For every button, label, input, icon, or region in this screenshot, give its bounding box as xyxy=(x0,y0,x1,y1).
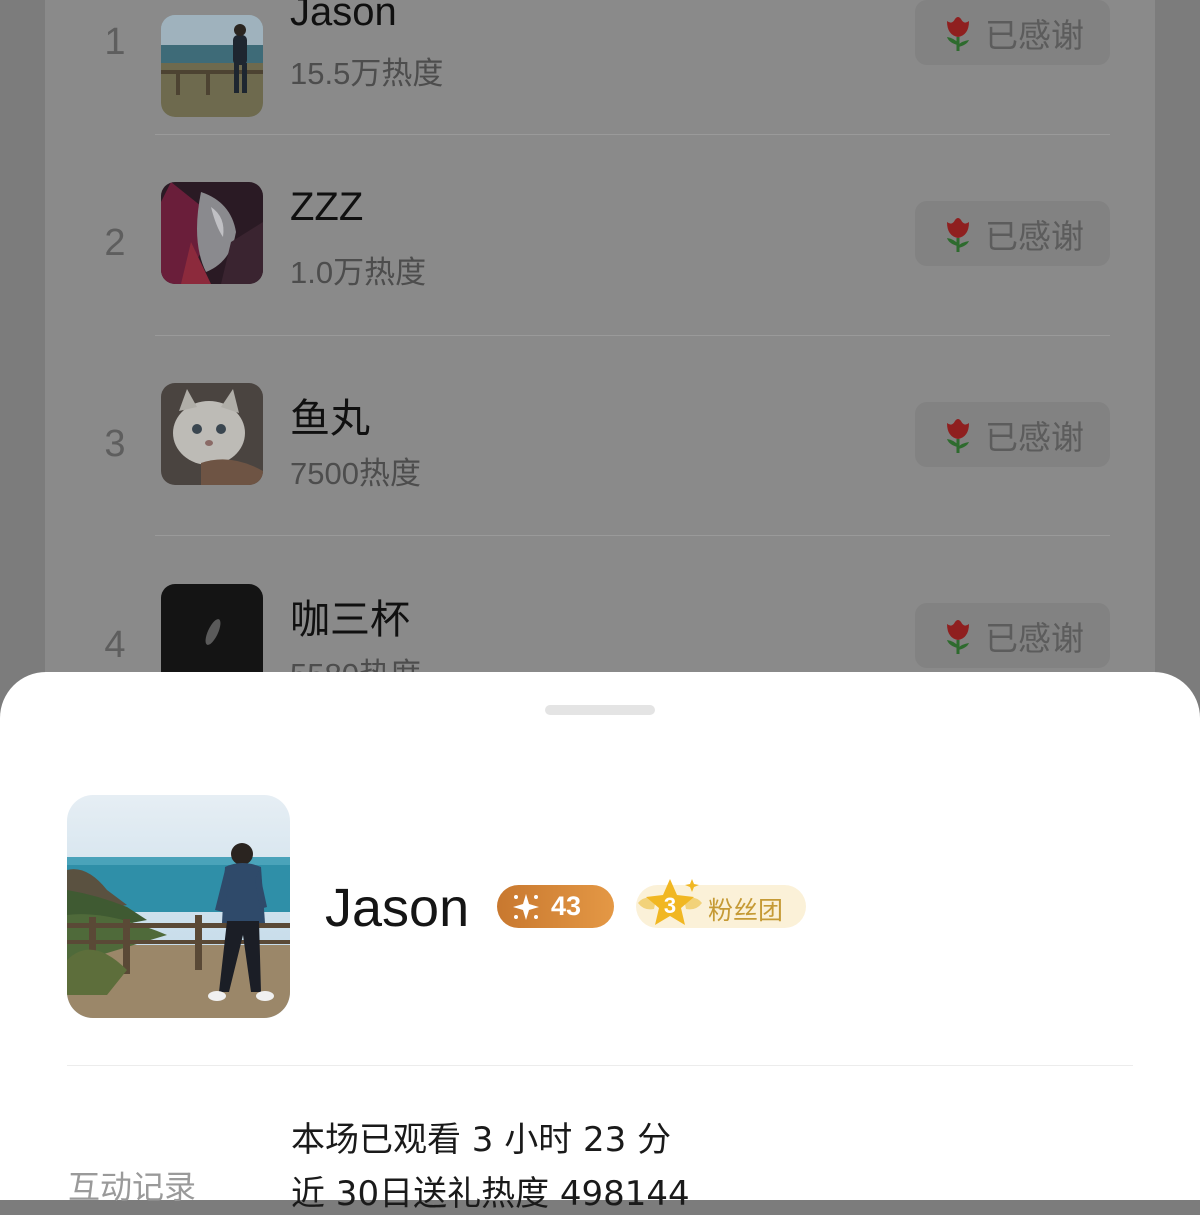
profile-avatar[interactable] xyxy=(67,795,290,1018)
thanks-button[interactable]: 已感谢 xyxy=(915,0,1110,65)
user-name: Jason xyxy=(290,0,397,34)
rank-list: 1 Jason 15.5万热度 已感谢 2 ZZZ 1.0万热度 已感谢 3 鱼… xyxy=(45,0,1155,700)
rank-number: 1 xyxy=(104,21,126,63)
rank-number: 4 xyxy=(104,624,126,666)
avatar-image xyxy=(161,15,263,117)
rank-row[interactable]: 1 Jason 15.5万热度 已感谢 xyxy=(45,0,1155,132)
thanks-label: 已感谢 xyxy=(985,15,1084,55)
user-name: 咖三杯 xyxy=(290,598,410,642)
profile-name: Jason xyxy=(325,878,470,938)
user-name: ZZZ xyxy=(290,185,364,229)
rank-number: 2 xyxy=(104,222,126,264)
rose-icon xyxy=(947,619,969,654)
thanks-label: 已感谢 xyxy=(985,618,1084,658)
avatar-image xyxy=(161,584,263,686)
interaction-record-label: 互动记录 xyxy=(68,1168,197,1206)
level-value: 43 xyxy=(551,891,582,921)
fan-club-level: 3 xyxy=(663,893,677,918)
heat-value: 15.5万热度 xyxy=(290,56,444,91)
sparkle-icon xyxy=(513,893,539,920)
thanks-label: 已感谢 xyxy=(985,417,1084,457)
user-avatar[interactable] xyxy=(161,182,263,284)
fan-club-label: 粉丝团 xyxy=(708,896,784,925)
gift-heat: 近 30日送礼热度 498144 xyxy=(291,1174,690,1214)
level-badge[interactable]: 43 xyxy=(497,885,614,928)
thanks-label: 已感谢 xyxy=(985,216,1084,256)
user-name: 鱼丸 xyxy=(290,397,370,441)
thanks-button[interactable]: 已感谢 xyxy=(915,402,1110,467)
heat-value: 1.0万热度 xyxy=(290,255,427,290)
drag-handle[interactable] xyxy=(545,705,655,715)
rose-icon xyxy=(947,16,969,51)
rose-icon xyxy=(947,418,969,453)
avatar-image xyxy=(161,383,263,485)
watch-time: 本场已观看 3 小时 23 分 xyxy=(291,1120,672,1160)
divider xyxy=(67,1065,1133,1066)
avatar-image xyxy=(67,795,290,1018)
heat-value: 7500热度 xyxy=(290,456,421,491)
user-avatar[interactable] xyxy=(161,383,263,485)
user-avatar[interactable] xyxy=(161,584,263,686)
user-profile-sheet: Jason 43 3 粉丝团 互动记录 本场已观看 3 小时 23 分 近 30… xyxy=(0,672,1200,1214)
rank-number: 3 xyxy=(104,423,126,465)
thanks-button[interactable]: 已感谢 xyxy=(915,603,1110,668)
avatar-image xyxy=(161,182,263,284)
rank-row[interactable]: 2 ZZZ 1.0万热度 已感谢 xyxy=(45,133,1155,333)
rank-row[interactable]: 3 鱼丸 7500热度 已感谢 xyxy=(45,334,1155,534)
thanks-button[interactable]: 已感谢 xyxy=(915,201,1110,266)
rose-icon xyxy=(947,217,969,252)
fan-club-badge[interactable]: 3 粉丝团 xyxy=(636,879,806,928)
user-avatar[interactable] xyxy=(161,15,263,117)
